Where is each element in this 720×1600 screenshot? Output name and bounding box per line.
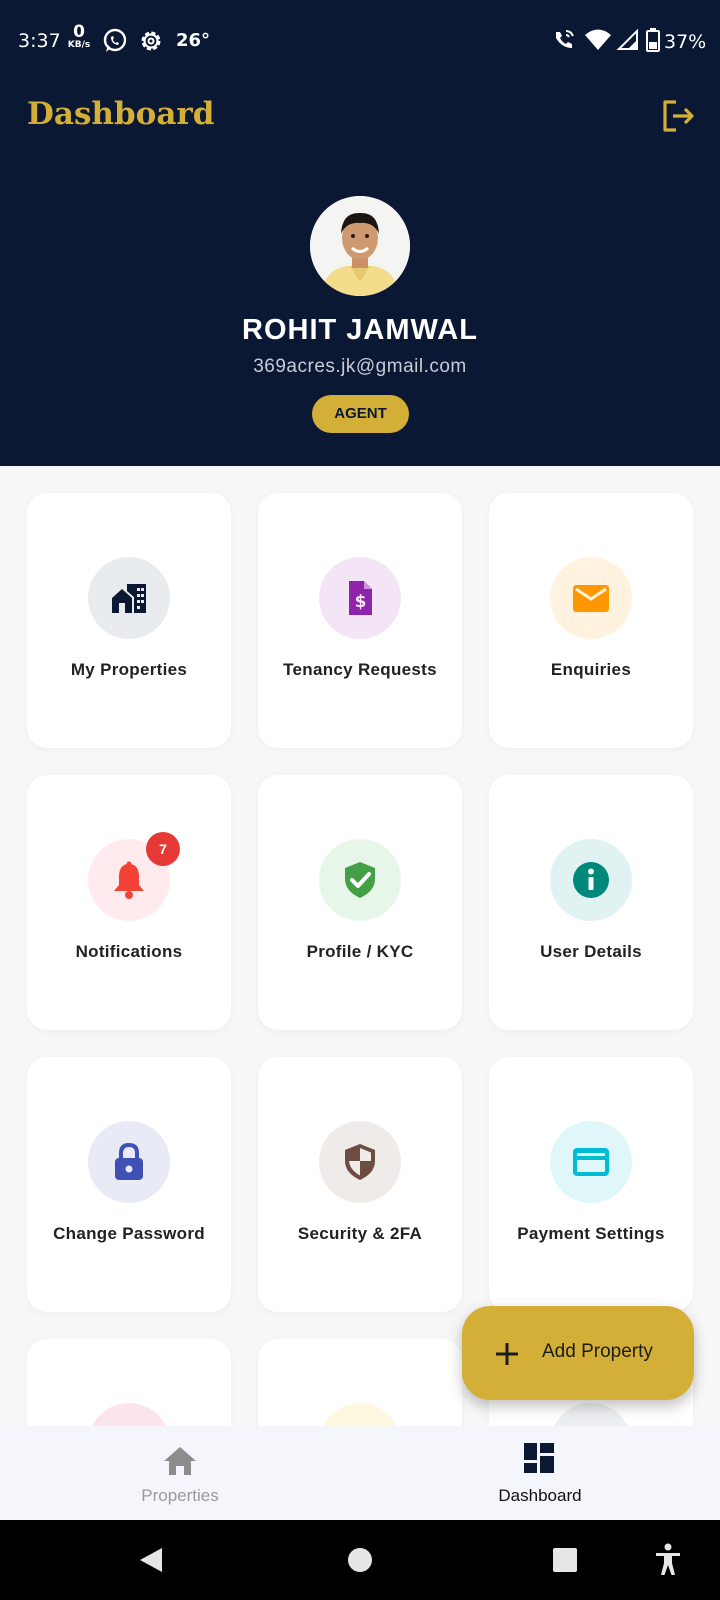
card-label: My Properties [70,660,188,679]
card-label: Security & 2FA [297,1224,423,1243]
nav-item-dashboard[interactable]: Dashboard [360,1426,720,1520]
whatsapp-icon [102,28,128,58]
mail-icon [550,557,632,639]
card-change-password[interactable]: Change Password [27,1057,231,1312]
nav-label-properties: Properties [141,1486,219,1505]
card-notifications[interactable]: Notifications [27,775,231,1030]
user-email: 369acres.jk@gmail.com [253,356,467,377]
signal-icon [616,28,640,56]
settings-gear-icon [138,28,164,58]
bottom-navigation: Properties Dashboard [0,1426,720,1520]
wifi-icon [584,28,612,56]
card-enquiries[interactable]: Enquiries [489,493,693,748]
card-label: Change Password [53,1224,205,1243]
info-icon [550,839,632,921]
status-bar: 3:37 0 KB/s 26° 37% [0,0,720,84]
svg-text:$: $ [355,592,367,612]
card-profile-kyc[interactable]: Profile / KYC [258,775,462,1030]
card-label: Enquiries [550,660,632,679]
recents-icon[interactable] [552,1547,578,1578]
system-navigation-bar [0,1520,720,1600]
home-icon [163,1444,197,1483]
avatar [310,196,410,296]
network-speed-unit: KB/s [67,40,91,50]
credit-card-icon [550,1121,632,1203]
role-badge: AGENT [312,395,409,433]
card-payment-settings[interactable]: Payment Settings [489,1057,693,1312]
notification-count-badge: 7 [146,832,180,866]
back-icon[interactable] [138,1546,164,1579]
invoice-dollar-icon: $ [319,557,401,639]
lock-icon [88,1121,170,1203]
buildings-icon [88,557,170,639]
user-name: ROHIT JAMWAL [242,314,478,346]
card-tenancy-requests[interactable]: $ Tenancy Requests [258,493,462,748]
add-property-button[interactable]: Add Property [462,1306,694,1400]
page-title: Dashboard [27,96,215,132]
battery-icon [646,28,660,56]
card-user-details[interactable]: User Details [489,775,693,1030]
dashboard-icon [523,1442,555,1479]
status-temperature: 26° [176,30,211,51]
add-property-label: Add Property [542,1341,653,1362]
logout-icon[interactable] [660,98,696,139]
dashboard-header: 3:37 0 KB/s 26° 37% Dashboard ROHIT JAMW… [0,0,720,466]
plus-icon [494,1341,520,1372]
network-speed: 0 KB/s [64,24,94,50]
nav-item-properties[interactable]: Properties [0,1426,360,1520]
card-label: User Details [540,942,642,961]
battery-percent: 37% [664,31,707,53]
card-label: Profile / KYC [306,942,414,961]
security-shield-icon [319,1121,401,1203]
accessibility-icon[interactable] [654,1543,682,1582]
card-label: Notifications [75,942,183,961]
card-security-2fa[interactable]: Security & 2FA [258,1057,462,1312]
network-speed-value: 0 [73,22,85,42]
status-time: 3:37 [18,30,61,52]
card-my-properties[interactable]: My Properties [27,493,231,748]
wifi-call-icon [552,28,576,56]
home-circle-icon[interactable] [347,1547,373,1578]
card-label: Tenancy Requests [283,660,437,679]
nav-label-dashboard: Dashboard [498,1486,582,1505]
card-label: Payment Settings [517,1224,665,1243]
verified-shield-icon [319,839,401,921]
